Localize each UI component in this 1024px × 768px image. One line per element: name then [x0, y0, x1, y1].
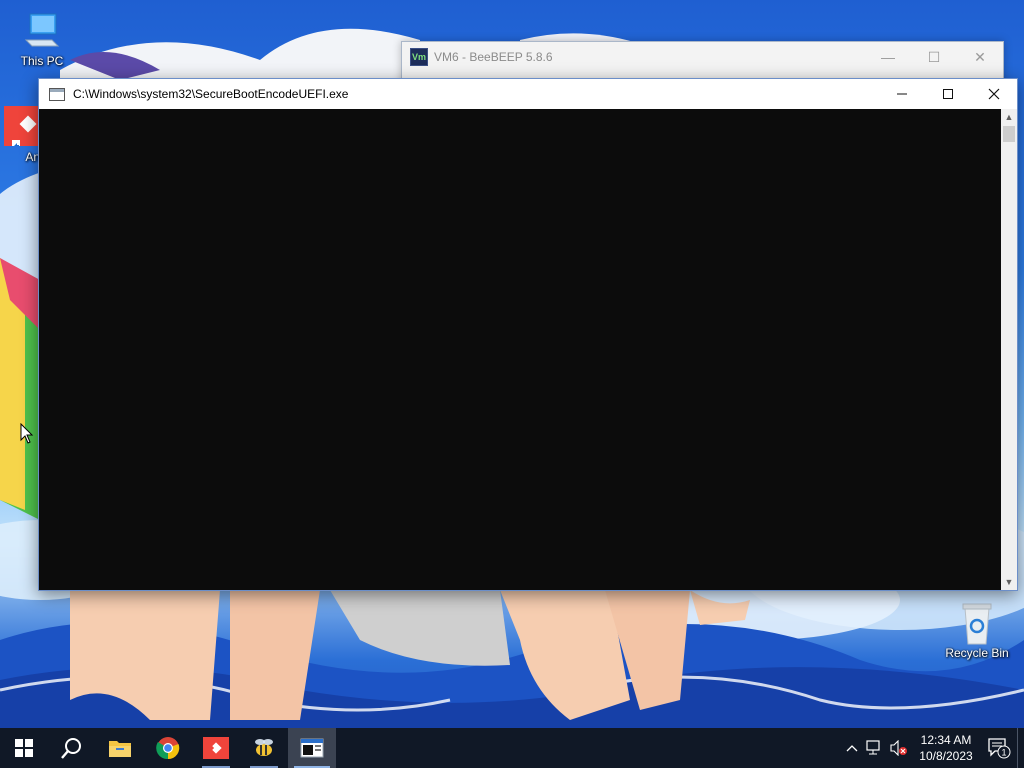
console-window-title: C:\Windows\system32\SecureBootEncodeUEFI… [73, 87, 349, 101]
beebeep-window-title: VM6 - BeeBEEP 5.8.6 [434, 50, 553, 64]
chevron-up-icon [846, 745, 858, 752]
minimize-icon[interactable]: — [865, 42, 911, 72]
system-tray: 12:34 AM 10/8/2023 1 [841, 728, 1024, 768]
search-button[interactable] [48, 728, 96, 768]
desktop-icon-this-pc[interactable]: This PC [10, 10, 74, 68]
maximize-icon [943, 89, 953, 99]
scroll-down-arrow-icon[interactable]: ▼ [1001, 574, 1017, 590]
chrome-icon [156, 737, 180, 760]
close-button[interactable] [971, 79, 1017, 109]
start-icon [15, 739, 33, 757]
clock-time: 12:34 AM [920, 733, 972, 747]
recycle-bin-icon [957, 602, 997, 645]
notifications-icon: 1 [988, 738, 1011, 759]
close-icon [988, 88, 1000, 100]
show-desktop-button[interactable] [1017, 728, 1024, 768]
close-icon[interactable]: ✕ [957, 42, 1003, 72]
beebeep-taskbar-button[interactable] [240, 728, 288, 768]
search-icon [61, 738, 81, 759]
minimize-icon [897, 93, 907, 95]
mouse-cursor-icon [20, 423, 34, 444]
desktop-icon-recycle-bin[interactable]: Recycle Bin [942, 602, 1012, 660]
console-scrollbar[interactable]: ▲ ▼ [1001, 109, 1017, 590]
console-output-area[interactable] [39, 109, 1001, 590]
vm-app-icon: Vm [410, 48, 428, 66]
desktop-icon-label: This PC [20, 54, 64, 68]
anydesk-icon [0, 106, 40, 148]
volume-muted-icon [890, 740, 907, 756]
console-titlebar[interactable]: C:\Windows\system32\SecureBootEncodeUEFI… [39, 79, 1017, 109]
anydesk-icon [203, 737, 229, 759]
console-window[interactable]: C:\Windows\system32\SecureBootEncodeUEFI… [38, 78, 1018, 591]
taskbar: 12:34 AM 10/8/2023 1 [0, 728, 1024, 768]
clock[interactable]: 12:34 AM 10/8/2023 [911, 728, 981, 768]
scroll-up-arrow-icon[interactable]: ▲ [1001, 109, 1017, 125]
minimize-button[interactable] [879, 79, 925, 109]
scrollbar-thumb[interactable] [1003, 126, 1015, 142]
anydesk-taskbar-button[interactable] [192, 728, 240, 768]
file-explorer-button[interactable] [96, 728, 144, 768]
show-hidden-icons-button[interactable] [841, 728, 863, 768]
maximize-icon[interactable]: ☐ [911, 42, 957, 72]
computer-icon [22, 10, 62, 50]
network-icon [866, 740, 880, 755]
file-explorer-icon [109, 741, 131, 757]
network-button[interactable] [863, 728, 887, 768]
desktop-icon-label: Recycle Bin [945, 646, 1009, 660]
start-button[interactable] [0, 728, 48, 768]
notification-count: 1 [1001, 748, 1006, 758]
clock-date: 10/8/2023 [919, 749, 973, 763]
console-taskbar-button[interactable] [288, 728, 336, 768]
console-icon [300, 738, 324, 758]
volume-button[interactable] [887, 728, 911, 768]
beebeep-titlebar[interactable]: Vm VM6 - BeeBEEP 5.8.6 — ☐ ✕ [402, 42, 1003, 72]
console-app-icon [49, 87, 65, 101]
maximize-button[interactable] [925, 79, 971, 109]
beebeep-icon [255, 739, 273, 756]
action-center-button[interactable]: 1 [981, 728, 1017, 768]
chrome-button[interactable] [144, 728, 192, 768]
